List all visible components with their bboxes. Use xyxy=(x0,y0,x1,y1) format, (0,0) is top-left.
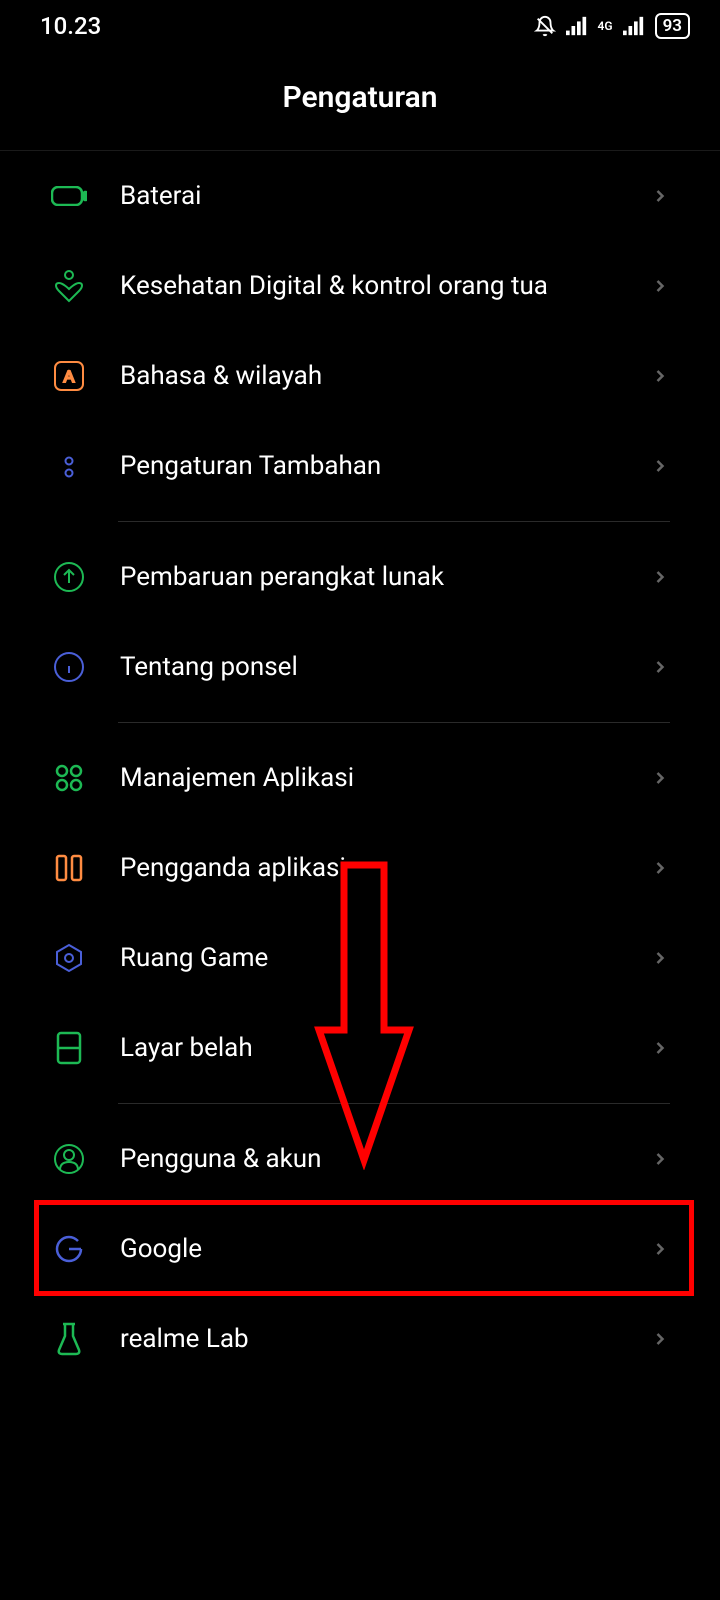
status-time: 10.23 xyxy=(40,12,101,40)
item-label: Pengganda aplikasi xyxy=(120,853,650,883)
settings-item-users[interactable]: Pengguna & akun xyxy=(0,1114,720,1204)
settings-item-split[interactable]: Layar belah xyxy=(0,1003,720,1093)
item-label: Layar belah xyxy=(120,1033,650,1063)
network-4g-icon: 4G xyxy=(598,19,613,33)
item-label: Bahasa & wilayah xyxy=(120,361,650,391)
settings-item-google[interactable]: Google xyxy=(0,1204,720,1294)
item-label: Manajemen Aplikasi xyxy=(120,763,650,793)
status-icons: 4G 93 xyxy=(534,13,690,39)
heart-icon xyxy=(50,267,88,305)
divider xyxy=(118,521,670,522)
dots-icon xyxy=(50,447,88,485)
page-title: Pengaturan xyxy=(0,80,720,115)
user-icon xyxy=(50,1140,88,1178)
settings-item-game[interactable]: Ruang Game xyxy=(0,913,720,1003)
chevron-right-icon xyxy=(650,276,670,296)
info-icon xyxy=(50,648,88,686)
settings-item-language[interactable]: A Bahasa & wilayah xyxy=(0,331,720,421)
chevron-right-icon xyxy=(650,186,670,206)
settings-item-about[interactable]: Tentang ponsel xyxy=(0,622,720,712)
split-screen-icon xyxy=(50,1029,88,1067)
chevron-right-icon xyxy=(650,948,670,968)
chevron-right-icon xyxy=(650,858,670,878)
page-header: Pengaturan xyxy=(0,50,720,151)
settings-item-additional[interactable]: Pengaturan Tambahan xyxy=(0,421,720,511)
divider xyxy=(118,722,670,723)
apps-icon xyxy=(50,759,88,797)
item-label: realme Lab xyxy=(120,1324,650,1354)
chevron-right-icon xyxy=(650,1038,670,1058)
item-label: Pembaruan perangkat lunak xyxy=(120,562,650,592)
svg-text:A: A xyxy=(64,369,75,386)
item-label: Ruang Game xyxy=(120,943,650,973)
item-label: Tentang ponsel xyxy=(120,652,650,682)
battery-icon xyxy=(50,177,88,215)
settings-item-apps[interactable]: Manajemen Aplikasi xyxy=(0,733,720,823)
game-icon xyxy=(50,939,88,977)
settings-list: Baterai Kesehatan Digital & kontrol oran… xyxy=(0,151,720,1384)
item-label: Kesehatan Digital & kontrol orang tua xyxy=(120,271,650,301)
signal-icon xyxy=(566,16,588,36)
language-icon: A xyxy=(50,357,88,395)
chevron-right-icon xyxy=(650,768,670,788)
chevron-right-icon xyxy=(650,567,670,587)
clone-icon xyxy=(50,849,88,887)
item-label: Pengguna & akun xyxy=(120,1144,650,1174)
chevron-right-icon xyxy=(650,657,670,677)
chevron-right-icon xyxy=(650,1149,670,1169)
divider xyxy=(118,1103,670,1104)
settings-item-clone[interactable]: Pengganda aplikasi xyxy=(0,823,720,913)
settings-item-digital-wellbeing[interactable]: Kesehatan Digital & kontrol orang tua xyxy=(0,241,720,331)
signal-icon-2 xyxy=(623,16,645,36)
item-label: Google xyxy=(120,1234,650,1264)
status-bar: 10.23 4G 93 xyxy=(0,0,720,50)
item-label: Pengaturan Tambahan xyxy=(120,451,650,481)
settings-item-battery[interactable]: Baterai xyxy=(0,151,720,241)
settings-item-lab[interactable]: realme Lab xyxy=(0,1294,720,1384)
bell-off-icon xyxy=(534,15,556,37)
chevron-right-icon xyxy=(650,1239,670,1259)
chevron-right-icon xyxy=(650,456,670,476)
lab-icon xyxy=(50,1320,88,1358)
chevron-right-icon xyxy=(650,366,670,386)
update-icon xyxy=(50,558,88,596)
chevron-right-icon xyxy=(650,1329,670,1349)
settings-item-update[interactable]: Pembaruan perangkat lunak xyxy=(0,532,720,622)
item-label: Baterai xyxy=(120,181,650,211)
google-icon xyxy=(50,1230,88,1268)
battery-indicator: 93 xyxy=(655,13,690,39)
